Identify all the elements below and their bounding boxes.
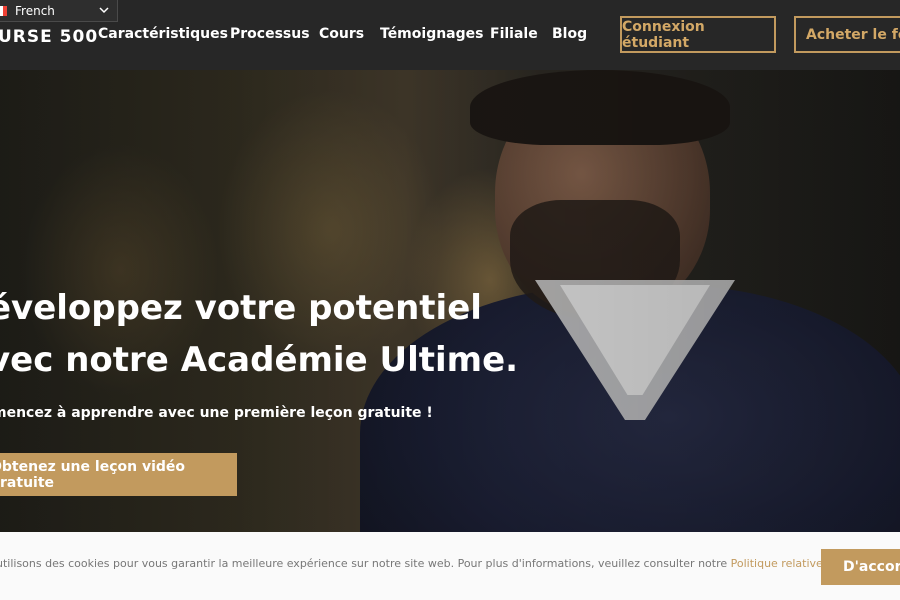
chevron-down-icon <box>99 7 109 14</box>
nav-processus[interactable]: Processus <box>230 26 310 42</box>
cookie-accept-button[interactable]: D'accord <box>821 549 900 585</box>
hero-subtitle: mencez à apprendre avec une première leç… <box>0 405 433 421</box>
cookie-banner: utilisons des cookies pour vous garantir… <box>0 532 900 600</box>
site-header: French URSE 500 Caractéristiques Process… <box>0 0 900 70</box>
hero-title-line-2: vec notre Académie Ultime. <box>0 340 519 380</box>
france-flag-icon <box>0 5 7 16</box>
nav-caracteristiques[interactable]: Caractéristiques <box>98 26 228 42</box>
hero-section: éveloppez votre potentiel vec notre Acad… <box>0 70 900 532</box>
hero-title: éveloppez votre potentiel vec notre Acad… <box>0 282 608 386</box>
site-logo[interactable]: URSE 500 <box>0 27 98 47</box>
hero-title-line-1: éveloppez votre potentiel <box>0 288 482 328</box>
language-label: French <box>15 3 55 18</box>
free-lesson-button[interactable]: Obtenez une leçon vidéo gratuite <box>0 453 237 496</box>
nav-filiale[interactable]: Filiale <box>490 26 538 42</box>
buy-package-button[interactable]: Acheter le forf <box>794 16 900 53</box>
nav-blog[interactable]: Blog <box>552 26 587 42</box>
student-login-button[interactable]: Connexion étudiant <box>620 16 776 53</box>
nav-cours[interactable]: Cours <box>319 26 364 42</box>
nav-temoignages[interactable]: Témoignages <box>380 26 483 42</box>
cookie-text: utilisons des cookies pour vous garantir… <box>0 557 895 570</box>
language-selector[interactable]: French <box>0 0 118 22</box>
cookie-message: utilisons des cookies pour vous garantir… <box>0 557 731 570</box>
